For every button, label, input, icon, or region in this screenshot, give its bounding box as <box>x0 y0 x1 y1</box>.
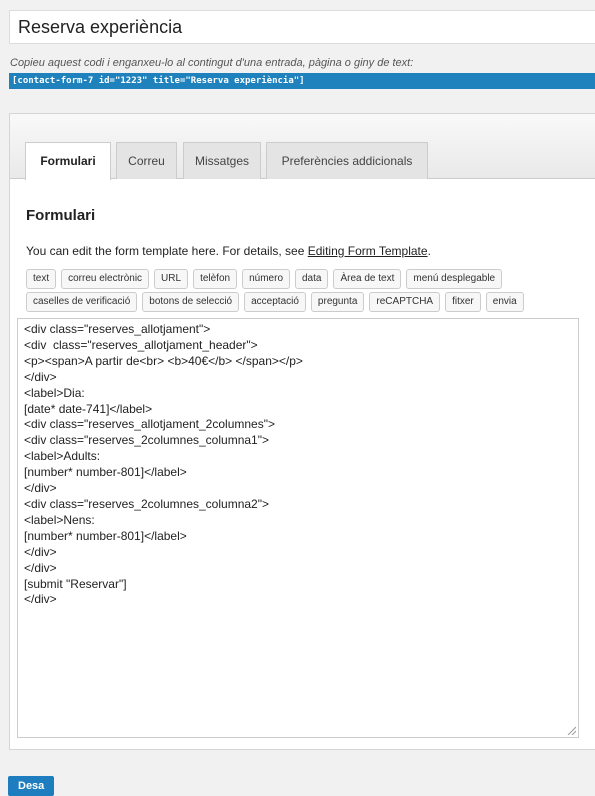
tag-recaptcha-button[interactable]: reCAPTCHA <box>369 292 441 312</box>
tag-radio-button[interactable]: botons de selecció <box>142 292 240 312</box>
tab-correu[interactable]: Correu <box>116 142 177 179</box>
tag-textarea-button[interactable]: Àrea de text <box>333 269 402 289</box>
section-heading: Formulari <box>26 207 96 224</box>
tag-acceptance-button[interactable]: acceptació <box>244 292 306 312</box>
form-section: Formulari You can edit the form template… <box>26 207 582 312</box>
tab-preferencies-addicionals[interactable]: Preferències addicionals <box>266 142 428 179</box>
form-template-editor[interactable]: <div class="reserves_allotjament"> <div … <box>17 318 579 738</box>
tag-email-button[interactable]: correu electrònic <box>61 269 150 289</box>
tag-tel-button[interactable]: telèfon <box>193 269 238 289</box>
save-button[interactable]: Desa <box>8 776 55 796</box>
tabs-bar: Formulari Correu Missatges Preferències … <box>10 114 595 180</box>
tag-url-button[interactable]: URL <box>154 269 189 289</box>
tag-generator-row-2: caselles de verificació botons de selecc… <box>26 292 524 312</box>
tag-checkbox-button[interactable]: caselles de verificació <box>26 292 138 312</box>
editing-form-template-link[interactable]: Editing Form Template <box>308 244 428 258</box>
tab-missatges[interactable]: Missatges <box>183 142 261 179</box>
tab-formulari[interactable]: Formulari <box>25 142 111 180</box>
form-template-textarea[interactable]: <div class="reserves_allotjament"> <div … <box>18 319 578 737</box>
help-text-end: . <box>427 244 431 258</box>
tag-date-button[interactable]: data <box>295 269 329 289</box>
tag-quiz-button[interactable]: pregunta <box>310 292 365 312</box>
tag-submit-button[interactable]: envia <box>485 292 524 312</box>
help-text-main: You can edit the form template here. For… <box>26 244 308 258</box>
form-title-field[interactable] <box>9 10 595 44</box>
tag-select-button[interactable]: menú desplegable <box>406 269 503 289</box>
shortcode-field[interactable]: [contact-form-7 id="1223" title="Reserva… <box>9 73 595 89</box>
form-title-input[interactable] <box>10 11 595 43</box>
shortcode-description: Copieu aquest codi i enganxeu-lo al cont… <box>10 57 414 69</box>
tag-generator-row-1: text correu electrònic URL telèfon númer… <box>26 269 503 289</box>
resize-grip-icon[interactable] <box>566 725 576 735</box>
tag-text-button[interactable]: text <box>26 269 57 289</box>
help-text: You can edit the form template here. For… <box>26 244 431 258</box>
tag-file-button[interactable]: fitxer <box>445 292 481 312</box>
tag-number-button[interactable]: número <box>242 269 290 289</box>
